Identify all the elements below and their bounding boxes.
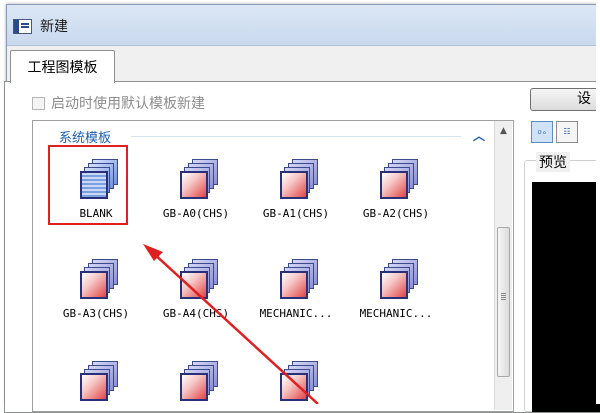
scrollbar-thumb[interactable] <box>497 227 510 377</box>
default-template-checkbox-row[interactable]: 启动时使用默认模板新建 <box>32 94 205 112</box>
drawing-template-icon <box>80 359 120 401</box>
group-label: 系统模板 <box>59 127 118 146</box>
drawing-template-icon <box>280 359 320 401</box>
template-item-mechanic-2[interactable]: MECHANIC... <box>353 251 439 331</box>
drawing-template-icon <box>380 157 420 199</box>
template-list[interactable]: 系统模板 ︿ BLANK GB-A0(CHS) GB-A1(CHS) GB-A2… <box>32 120 514 412</box>
window-title: 新建 <box>40 19 68 35</box>
template-item-row3-2[interactable] <box>153 353 239 411</box>
template-label: MECHANIC... <box>359 307 433 320</box>
list-view-button[interactable]: ☷ <box>556 121 578 143</box>
large-icon-view-button[interactable]: ▫ₒ <box>531 121 553 143</box>
preview-box <box>532 182 600 412</box>
chevron-up-icon[interactable]: ︿ <box>471 128 487 144</box>
default-template-checkbox-label: 启动时使用默认模板新建 <box>51 96 205 112</box>
template-item-gb-a1[interactable]: GB-A1(CHS) <box>253 151 339 231</box>
template-item-row3-3[interactable] <box>253 353 339 411</box>
window-icon <box>13 19 32 34</box>
template-item-gb-a4[interactable]: GB-A4(CHS) <box>153 251 239 331</box>
preview-label: 预览 <box>536 152 570 172</box>
drawing-template-icon <box>180 257 220 299</box>
template-item-gb-a0[interactable]: GB-A0(CHS) <box>153 151 239 231</box>
template-label: GB-A4(CHS) <box>162 307 230 320</box>
settings-button[interactable]: 设 <box>530 88 600 111</box>
tab-drawing-templates[interactable]: 工程图模板 <box>10 50 115 83</box>
template-item-gb-a3[interactable]: GB-A3(CHS) <box>53 251 139 331</box>
scroll-up-arrow-icon[interactable]: ▲ <box>495 123 512 139</box>
drawing-template-icon <box>180 157 220 199</box>
template-item-gb-a2[interactable]: GB-A2(CHS) <box>353 151 439 231</box>
template-label: GB-A3(CHS) <box>62 307 130 320</box>
template-item-row3-1[interactable] <box>53 353 139 411</box>
template-label: MECHANIC... <box>259 307 333 320</box>
template-label: GB-A0(CHS) <box>162 207 230 220</box>
group-header-system-templates[interactable]: 系统模板 ︿ <box>41 127 491 146</box>
template-list-scrollbar[interactable]: ▲ <box>494 121 512 410</box>
drawing-template-icon <box>80 257 120 299</box>
drawing-template-icon <box>380 257 420 299</box>
template-label: GB-A1(CHS) <box>262 207 330 220</box>
drawing-template-icon <box>280 257 320 299</box>
drawing-template-icon <box>180 359 220 401</box>
selection-highlight-box <box>48 145 128 225</box>
title-bar[interactable]: 新建 <box>7 5 597 46</box>
template-label: GB-A2(CHS) <box>362 207 430 220</box>
drawing-template-icon <box>280 157 320 199</box>
group-divider <box>131 136 461 137</box>
page-edge <box>596 0 600 404</box>
template-item-mechanic-1[interactable]: MECHANIC... <box>253 251 339 331</box>
default-template-checkbox[interactable] <box>32 96 45 110</box>
